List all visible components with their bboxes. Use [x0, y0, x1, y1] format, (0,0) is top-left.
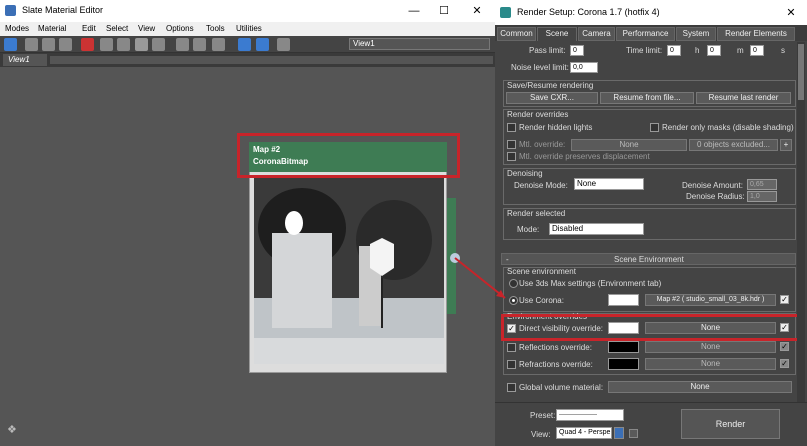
connection-arrow-line — [454, 257, 506, 299]
connection-overlay — [454, 257, 506, 299]
